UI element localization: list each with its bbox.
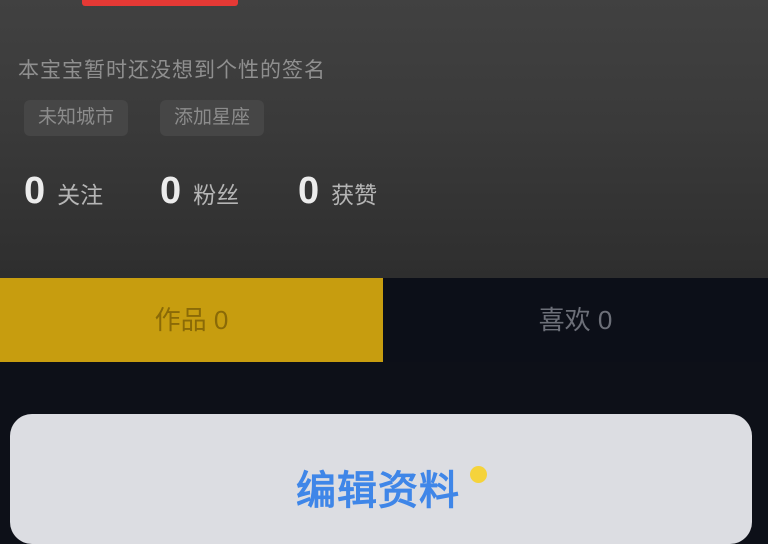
notification-dot bbox=[470, 466, 487, 483]
likes-count: 0 bbox=[298, 170, 320, 212]
location-tag[interactable]: 未知城市 bbox=[24, 100, 129, 136]
profile-badge bbox=[82, 0, 238, 6]
profile-header: 本宝宝暂时还没想到个性的签名 未知城市 添加星座 0 关注 0 粉丝 0 获赞 bbox=[0, 0, 768, 278]
profile-stats: 0 关注 0 粉丝 0 获赞 bbox=[0, 170, 768, 220]
likes-label: 获赞 bbox=[331, 182, 378, 208]
followers-stat[interactable]: 0 粉丝 bbox=[160, 170, 239, 213]
edit-profile-button[interactable]: 编辑资料 bbox=[296, 458, 460, 518]
bio-text: 本宝宝暂时还没想到个性的签名 bbox=[18, 59, 326, 82]
tab-likes[interactable]: 喜欢 0 bbox=[383, 278, 768, 362]
constellation-tag[interactable]: 添加星座 bbox=[160, 100, 265, 136]
tab-works[interactable]: 作品 0 bbox=[0, 278, 383, 362]
followers-label: 粉丝 bbox=[193, 182, 240, 208]
following-label: 关注 bbox=[57, 182, 104, 208]
following-count: 0 bbox=[24, 170, 46, 212]
following-stat[interactable]: 0 关注 bbox=[24, 170, 103, 213]
likes-stat[interactable]: 0 获赞 bbox=[298, 170, 377, 213]
content-tabs: 作品 0 喜欢 0 bbox=[0, 278, 768, 362]
followers-count: 0 bbox=[160, 170, 182, 212]
